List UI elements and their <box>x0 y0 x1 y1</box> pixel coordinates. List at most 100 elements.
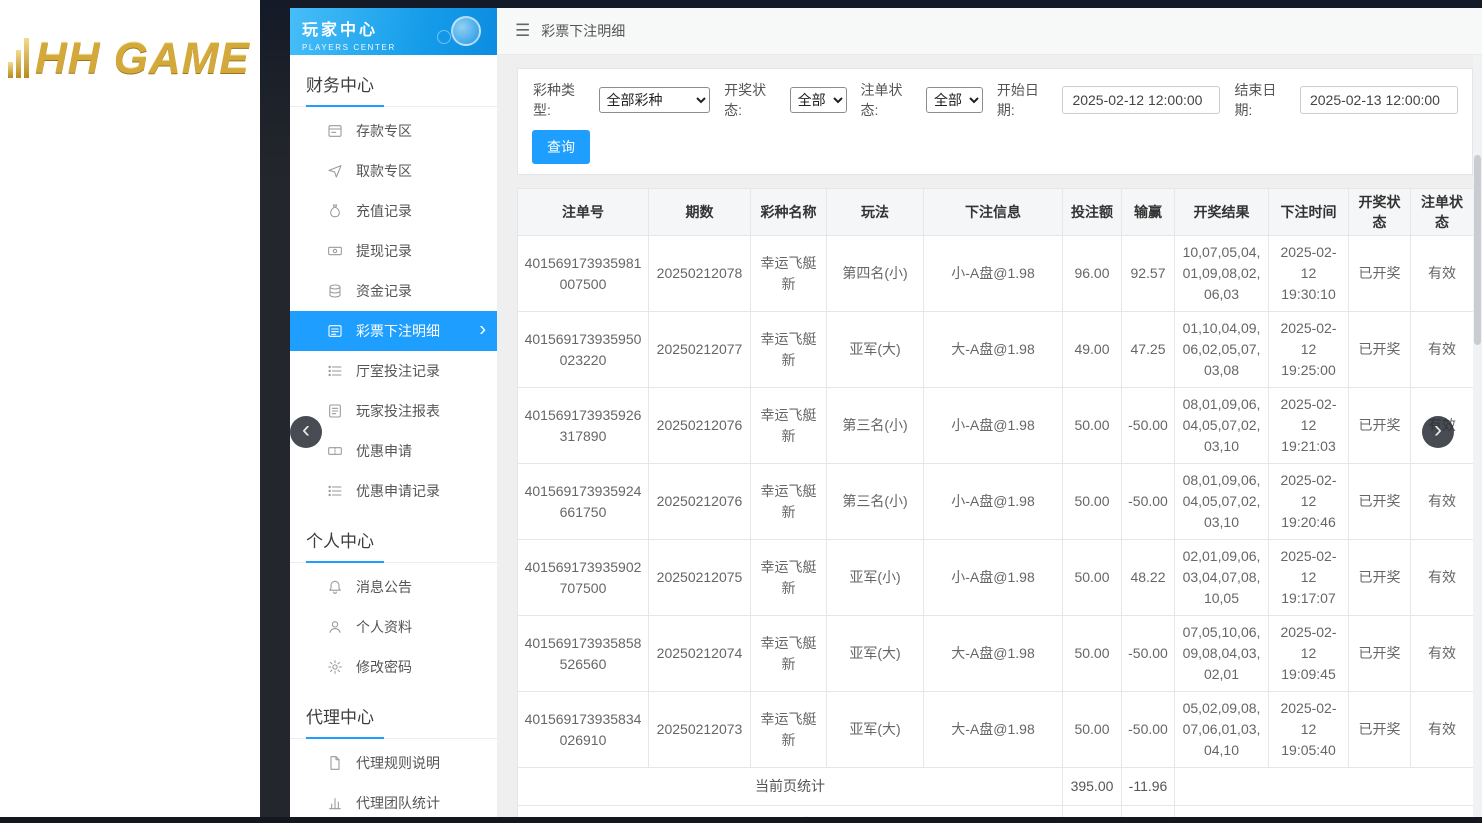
announcement-icon <box>327 579 343 595</box>
table-cell: 小-A盘@1.98 <box>924 236 1063 312</box>
total-summary-winloss: -11.96 <box>1122 806 1175 818</box>
sidebar-item-player-bet-report[interactable]: 玩家投注报表 <box>290 391 497 431</box>
sidebar-item-deposit[interactable]: 存款专区 <box>290 111 497 151</box>
table-cell: 08,01,09,06,04,05,07,02,03,10 <box>1175 464 1269 540</box>
table-cell: 20250212075 <box>649 540 751 616</box>
table-cell: 大-A盘@1.98 <box>924 616 1063 692</box>
table-cell: 01,10,04,09,06,02,05,07,03,08 <box>1175 312 1269 388</box>
table-cell: 第四名(小) <box>827 236 924 312</box>
table-cell: 20250212076 <box>649 464 751 540</box>
table-cell: 2025-02-12 19:20:46 <box>1269 464 1349 540</box>
bet-table-body: 40156917393598100750020250212078幸运飞艇新第四名… <box>518 236 1474 768</box>
table-cell: 20250212077 <box>649 312 751 388</box>
column-header: 注单号 <box>518 189 649 236</box>
column-header: 注单状态 <box>1411 189 1474 236</box>
sidebar-item-agent-rules[interactable]: 代理规则说明 <box>290 743 497 783</box>
table-cell: 10,07,05,04,01,09,08,02,06,03 <box>1175 236 1269 312</box>
table-cell: 401569173935924661750 <box>518 464 649 540</box>
scrollbar-thumb[interactable] <box>1474 155 1481 345</box>
table-cell: 2025-02-12 19:25:00 <box>1269 312 1349 388</box>
order-status-select[interactable]: 全部 <box>926 87 983 113</box>
table-cell: 92.57 <box>1122 236 1175 312</box>
table-row: 40156917393592466175020250212076幸运飞艇新第三名… <box>518 464 1474 540</box>
soccer-ball-icon <box>451 16 481 46</box>
table-cell: 48.22 <box>1122 540 1175 616</box>
sidebar-item-label: 存款专区 <box>356 121 412 141</box>
filter-panel: 彩种类型: 全部彩种 开奖状态: 全部 注单状态: 全部 开始日期: 结束日期:… <box>517 68 1473 175</box>
table-cell: 401569173935902707500 <box>518 540 649 616</box>
sidebar-item-withdrawal-record[interactable]: 提现记录 <box>290 231 497 271</box>
column-header: 开奖结果 <box>1175 189 1269 236</box>
search-button[interactable]: 查询 <box>532 130 590 164</box>
table-cell: 幸运飞艇新 <box>751 236 827 312</box>
chevron-right-icon: › <box>479 318 486 341</box>
table-cell: -50.00 <box>1122 692 1175 768</box>
total-summary-empty-cell <box>1175 806 1474 818</box>
sidebar-item-lottery-bet-detail[interactable]: 彩票下注明细 › <box>290 311 497 351</box>
table-cell: -50.00 <box>1122 388 1175 464</box>
password-icon <box>327 659 343 675</box>
end-date-input[interactable] <box>1300 86 1458 114</box>
table-cell: 08,01,09,06,04,05,07,02,03,10 <box>1175 388 1269 464</box>
bet-detail-table: 注单号期数彩种名称玩法下注信息投注额输赢开奖结果下注时间开奖状态注单状态 401… <box>517 188 1474 817</box>
start-date-input[interactable] <box>1062 86 1220 114</box>
table-cell: 有效 <box>1411 616 1474 692</box>
sidebar-item-recharge-record[interactable]: 充值记录 <box>290 191 497 231</box>
recharge-record-icon <box>327 203 343 219</box>
table-cell: 小-A盘@1.98 <box>924 388 1063 464</box>
lottery-type-select[interactable]: 全部彩种 <box>599 87 711 113</box>
table-cell: 2025-02-12 19:05:40 <box>1269 692 1349 768</box>
sidebar-item-label: 代理团队统计 <box>356 793 440 813</box>
menu-toggle-icon[interactable]: ☰ <box>515 21 530 41</box>
sidebar-item-promo-apply-record[interactable]: 优惠申请记录 <box>290 471 497 511</box>
sidebar-item-announcements[interactable]: 消息公告 <box>290 567 497 607</box>
sidebar-item-label: 彩票下注明细 <box>356 321 440 341</box>
sidebar-item-change-password[interactable]: 修改密码 <box>290 647 497 687</box>
logo-bars-decoration <box>8 38 29 84</box>
start-date-label: 开始日期: <box>997 80 1056 120</box>
table-row: 40156917393585852656020250212074幸运飞艇新亚军(… <box>518 616 1474 692</box>
table-row: 40156917393583402691020250212073幸运飞艇新亚军(… <box>518 692 1474 768</box>
table-cell: 已开奖 <box>1349 540 1411 616</box>
order-status-label: 注单状态: <box>861 80 920 120</box>
prev-arrow-button[interactable]: ‹ <box>290 416 322 448</box>
table-cell: 有效 <box>1411 464 1474 540</box>
table-cell: 幸运飞艇新 <box>751 616 827 692</box>
sidebar-item-label: 取款专区 <box>356 161 412 181</box>
sidebar-item-withdraw[interactable]: 取款专区 <box>290 151 497 191</box>
lottery-type-label: 彩种类型: <box>533 80 592 120</box>
deposit-icon <box>327 123 343 139</box>
table-cell: 401569173935981007500 <box>518 236 649 312</box>
sidebar-item-label: 厅室投注记录 <box>356 361 440 381</box>
topbar: ☰ 彩票下注明细 <box>497 8 1482 55</box>
sidebar-item-agent-team[interactable]: 代理团队统计 <box>290 783 497 823</box>
table-cell: 幸运飞艇新 <box>751 388 827 464</box>
vertical-scrollbar[interactable] <box>1473 55 1482 817</box>
table-cell: 05,02,09,08,07,06,01,03,04,10 <box>1175 692 1269 768</box>
agent-rules-icon <box>327 755 343 771</box>
table-cell: 已开奖 <box>1349 692 1411 768</box>
table-cell: 07,05,10,06,09,08,04,03,02,01 <box>1175 616 1269 692</box>
sidebar-item-hall-bet-record[interactable]: 厅室投注记录 <box>290 351 497 391</box>
total-summary-bet-total: 395.00 <box>1063 806 1122 818</box>
profile-icon <box>327 619 343 635</box>
draw-status-label: 开奖状态: <box>724 80 783 120</box>
table-cell: 49.00 <box>1063 312 1122 388</box>
next-arrow-button[interactable]: › <box>1422 416 1454 448</box>
column-header: 玩法 <box>827 189 924 236</box>
table-cell: 亚军(大) <box>827 692 924 768</box>
sidebar-item-label: 资金记录 <box>356 281 412 301</box>
table-cell: 50.00 <box>1063 388 1122 464</box>
draw-status-select[interactable]: 全部 <box>790 87 847 113</box>
table-cell: 大-A盘@1.98 <box>924 312 1063 388</box>
table-cell: 亚军(大) <box>827 616 924 692</box>
funds-record-icon <box>327 283 343 299</box>
table-cell: 已开奖 <box>1349 236 1411 312</box>
promo-apply-record-icon <box>327 483 343 499</box>
page-summary-winloss: -11.96 <box>1122 768 1175 806</box>
sidebar-item-funds-record[interactable]: 资金记录 <box>290 271 497 311</box>
table-cell: 亚军(小) <box>827 540 924 616</box>
column-header: 开奖状态 <box>1349 189 1411 236</box>
chevron-left-icon: ‹ <box>302 418 310 442</box>
sidebar-item-profile[interactable]: 个人资料 <box>290 607 497 647</box>
